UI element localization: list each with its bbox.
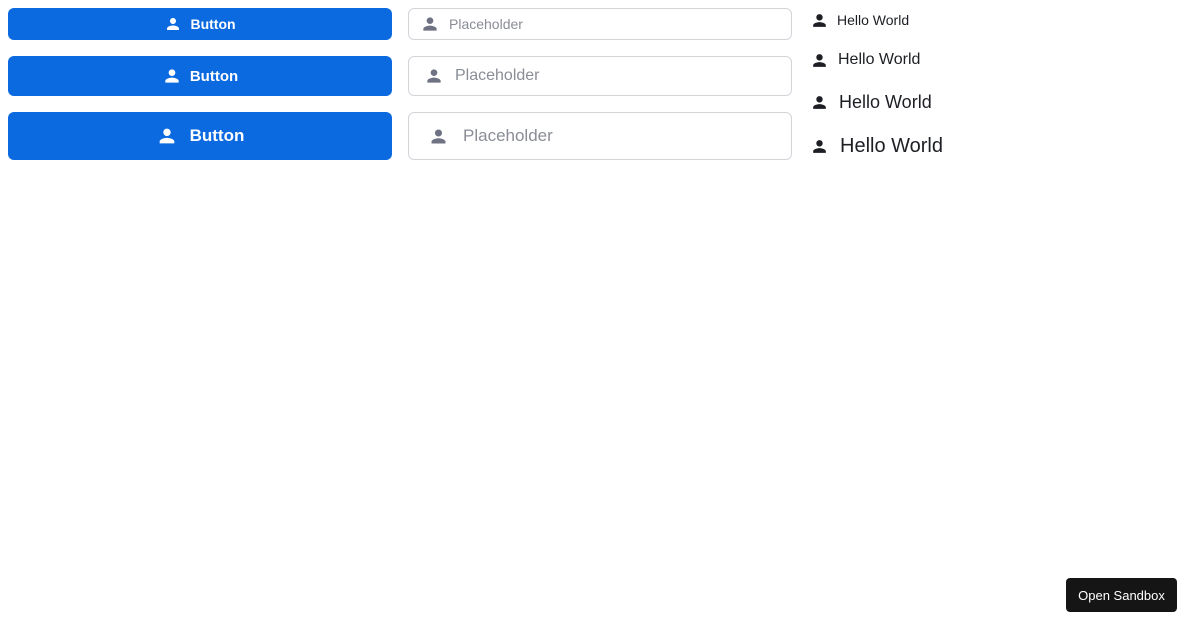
button-medium[interactable]: Button — [8, 56, 392, 96]
user-icon — [810, 137, 829, 156]
text-input-large[interactable] — [408, 112, 792, 160]
component-sizes-demo: Button Button Button He — [0, 0, 1200, 630]
button-label: Button — [189, 67, 239, 85]
user-icon — [810, 11, 829, 30]
text-input[interactable] — [449, 9, 791, 39]
text-input-small[interactable] — [408, 8, 792, 40]
button-small[interactable]: Button — [8, 8, 392, 40]
user-icon — [424, 66, 444, 86]
open-sandbox-button[interactable]: Open Sandbox — [1066, 578, 1177, 612]
icon-text-xs: Hello World — [810, 9, 909, 31]
button-large[interactable]: Button — [8, 112, 392, 160]
user-icon — [428, 126, 449, 147]
text-input[interactable] — [463, 113, 791, 159]
icon-text-sm: Hello World — [810, 48, 920, 72]
button-label: Button — [190, 16, 236, 32]
user-icon — [164, 15, 182, 33]
text-input-medium[interactable] — [408, 56, 792, 96]
user-icon — [162, 66, 182, 86]
text-input[interactable] — [455, 57, 791, 95]
text-label: Hello World — [838, 51, 921, 68]
text-label: Hello World — [837, 12, 910, 28]
user-icon — [810, 93, 829, 112]
user-icon — [810, 51, 829, 70]
icon-text-md: Hello World — [810, 89, 932, 115]
text-label: Hello World — [840, 134, 943, 157]
user-icon — [156, 125, 178, 147]
button-label: Button — [189, 126, 245, 145]
icon-text-lg: Hello World — [810, 132, 943, 160]
user-icon — [420, 14, 440, 34]
text-label: Hello World — [839, 91, 932, 112]
